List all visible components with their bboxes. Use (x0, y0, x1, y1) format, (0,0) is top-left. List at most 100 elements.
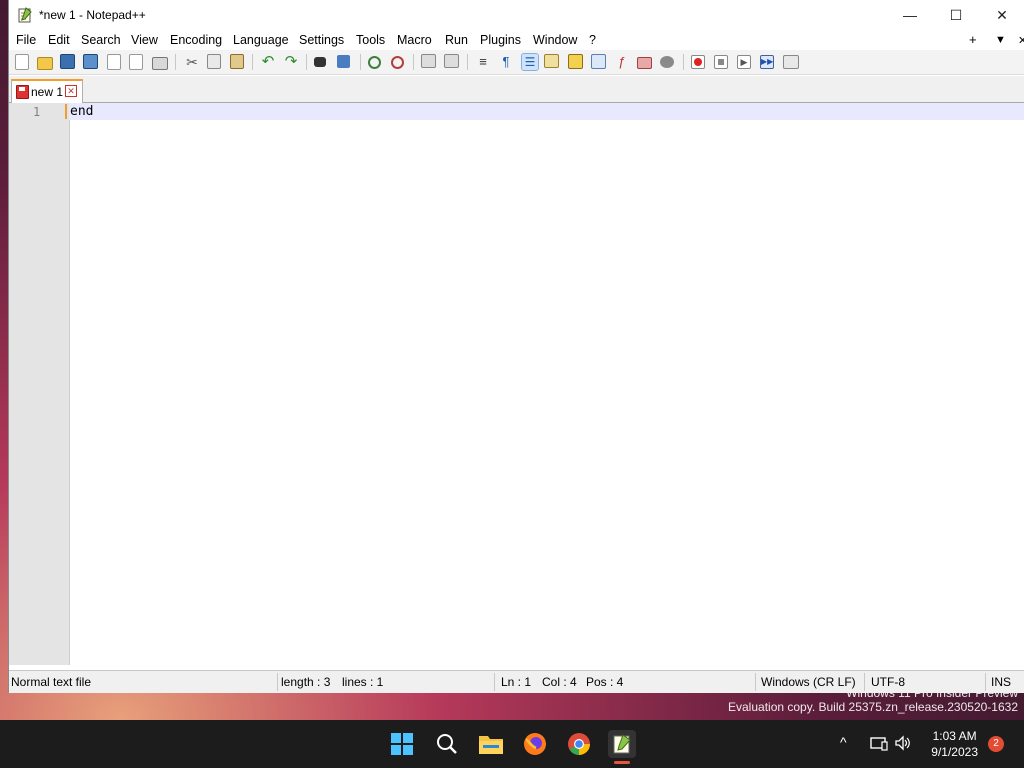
zoom-in-icon[interactable] (368, 56, 381, 69)
line-number: 1 (33, 105, 41, 119)
menu-edit[interactable]: Edit (48, 33, 70, 47)
play-macro-icon[interactable]: ▶ (737, 55, 751, 69)
close-doc-button[interactable]: ✕ (1018, 34, 1024, 47)
status-file-type: Normal text file (11, 675, 92, 689)
notification-badge[interactable]: 2 (988, 736, 1004, 752)
toolbar-separator (413, 54, 414, 70)
run-macro-multiple-icon[interactable]: ▶▶ (760, 55, 774, 69)
title-bar[interactable]: *new 1 - Notepad++ — ☐ ✕ (9, 0, 1024, 30)
open-file-icon[interactable] (37, 57, 53, 70)
status-divider (494, 673, 495, 691)
tab-new-1[interactable]: new 1 ✕ (11, 79, 83, 103)
show-all-chars-icon[interactable]: ¶ (498, 54, 514, 70)
menu-tools[interactable]: Tools (356, 33, 385, 47)
toolbar-separator (306, 54, 307, 70)
record-macro-icon[interactable] (691, 55, 705, 69)
user-lang-icon[interactable] (544, 54, 559, 68)
notepadpp-window: *new 1 - Notepad++ — ☐ ✕ File Edit Searc… (8, 0, 1024, 693)
folder-workspace-icon[interactable] (637, 57, 652, 69)
new-file-icon[interactable] (15, 54, 29, 70)
toolbar-separator (683, 54, 684, 70)
save-macro-icon[interactable] (783, 55, 799, 69)
taskbar: ^ 1:03 AM 9/1/2023 2 (0, 720, 1024, 768)
editor-text[interactable]: end (70, 104, 93, 119)
menu-language[interactable]: Language (233, 33, 289, 47)
copy-icon[interactable] (207, 54, 221, 69)
tray-overflow-chevron-icon[interactable]: ^ (840, 734, 847, 750)
unsaved-file-icon (16, 85, 29, 99)
menu-search[interactable]: Search (81, 33, 121, 47)
find-icon[interactable] (314, 57, 326, 67)
monitoring-icon[interactable] (660, 56, 674, 68)
line-number-gutter: 1 (9, 103, 70, 665)
menu-help[interactable]: ? (589, 33, 596, 47)
status-lines: lines : 1 (342, 675, 384, 689)
editor-area[interactable]: 1 end (9, 103, 1024, 665)
volume-icon[interactable] (894, 735, 912, 751)
status-eol[interactable]: Windows (CR LF) (761, 675, 856, 689)
tab-close-icon[interactable]: ✕ (65, 85, 77, 97)
zoom-out-icon[interactable] (391, 56, 404, 69)
status-divider (864, 673, 865, 691)
function-list-icon[interactable]: ƒ (614, 54, 630, 70)
menu-encoding[interactable]: Encoding (170, 33, 222, 47)
replace-icon[interactable] (337, 55, 350, 68)
firefox-icon (524, 733, 546, 755)
redo-icon[interactable]: ↷ (283, 54, 299, 70)
clock-date: 9/1/2023 (931, 745, 978, 759)
firefox-button[interactable] (521, 730, 549, 758)
tab-bar: new 1 ✕ (9, 76, 1024, 104)
cut-icon[interactable]: ✂ (184, 54, 200, 70)
window-title: *new 1 - Notepad++ (39, 8, 146, 22)
print-icon[interactable] (152, 57, 168, 70)
status-insert-mode[interactable]: INS (991, 675, 1011, 689)
status-ln: Ln : 1 (501, 675, 532, 689)
doc-list-icon[interactable] (591, 54, 606, 69)
doc-map-icon[interactable] (568, 54, 583, 69)
menu-run[interactable]: Run (445, 33, 468, 47)
status-length: length : 3 (281, 675, 331, 689)
add-tab-button[interactable]: + (969, 32, 977, 47)
minimize-button[interactable]: — (887, 0, 933, 30)
save-icon[interactable] (60, 54, 75, 69)
save-all-icon[interactable] (83, 54, 98, 69)
folder-icon (479, 736, 503, 754)
network-icon[interactable] (870, 735, 888, 751)
close-all-icon[interactable] (129, 54, 143, 70)
close-window-button[interactable]: ✕ (979, 0, 1024, 30)
menu-macro[interactable]: Macro (397, 33, 432, 47)
menu-window[interactable]: Window (533, 33, 577, 47)
stop-macro-icon[interactable] (714, 55, 728, 69)
status-col: Col : 4 (542, 675, 577, 689)
clock-time: 1:03 AM (932, 729, 977, 743)
menu-file[interactable]: File (16, 33, 36, 47)
taskbar-clock[interactable]: 1:03 AM 9/1/2023 (931, 728, 978, 760)
search-button[interactable] (433, 730, 461, 758)
sync-vertical-icon[interactable] (421, 54, 436, 68)
menu-settings[interactable]: Settings (299, 33, 344, 47)
menu-view[interactable]: View (131, 33, 158, 47)
word-wrap-icon[interactable]: ≡ (475, 54, 491, 70)
start-button[interactable] (388, 730, 416, 758)
maximize-button[interactable]: ☐ (933, 0, 979, 30)
toolbar-separator (467, 54, 468, 70)
indent-guide-icon[interactable]: ☰ (521, 53, 539, 71)
menu-plugins[interactable]: Plugins (480, 33, 521, 47)
toolbar-separator (252, 54, 253, 70)
tab-list-dropdown-icon[interactable]: ▼ (995, 34, 1006, 46)
undo-icon[interactable]: ↶ (260, 54, 276, 70)
chrome-button[interactable] (565, 730, 593, 758)
paste-icon[interactable] (230, 54, 244, 69)
toolbar: ✂ ↶ ↷ ≡ ¶ ☰ ƒ ▶ ▶▶ (9, 50, 1024, 75)
status-bar: Normal text file length : 3 lines : 1 Ln… (9, 670, 1024, 693)
status-divider (755, 673, 756, 691)
notepadpp-app-icon (18, 7, 32, 23)
file-explorer-button[interactable] (477, 730, 505, 758)
status-divider (985, 673, 986, 691)
status-encoding[interactable]: UTF-8 (871, 675, 905, 689)
search-icon (437, 734, 457, 754)
notepadpp-taskbar-button[interactable] (608, 730, 636, 764)
sync-horizontal-icon[interactable] (444, 54, 459, 68)
close-icon[interactable] (107, 54, 121, 70)
status-divider (277, 673, 278, 691)
